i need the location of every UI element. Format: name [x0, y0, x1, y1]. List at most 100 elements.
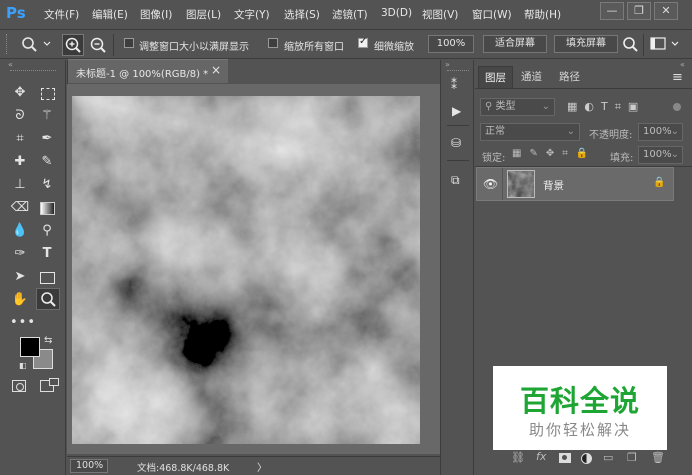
crop-tool-icon[interactable]: ⌗: [10, 129, 30, 149]
tab-layers[interactable]: 图层: [478, 66, 513, 88]
healing-brush-tool-icon[interactable]: ✚: [10, 152, 30, 172]
lasso-tool-icon[interactable]: ᘐ: [10, 106, 30, 126]
panel-menu-icon[interactable]: ≡: [672, 70, 683, 85]
menu-view[interactable]: 视图(V): [422, 7, 458, 22]
clone-stamp-tool-icon[interactable]: ⊥: [10, 175, 30, 195]
menu-type[interactable]: 文字(Y): [234, 7, 270, 22]
filter-toggle[interactable]: [671, 98, 683, 116]
quick-mask-icon[interactable]: [12, 380, 26, 392]
history-brush-tool-icon[interactable]: ↯: [37, 175, 57, 195]
rectangle-tool-icon[interactable]: [37, 267, 57, 287]
toolbox-grip[interactable]: [10, 70, 56, 72]
actions-play-icon[interactable]: ▶: [452, 104, 461, 118]
layer-filter-select[interactable]: ⚲ 类型 ⌄: [480, 98, 555, 116]
brush-tool-icon[interactable]: ✎: [37, 152, 57, 172]
menu-layer[interactable]: 图层(L): [186, 7, 221, 22]
zoom-in-icon: [65, 37, 81, 53]
layer-filter-icons[interactable]: ▦◐T⌗▣: [567, 100, 645, 114]
status-zoom-field[interactable]: 100%: [70, 459, 108, 473]
path-selection-tool-icon[interactable]: ➤: [10, 267, 30, 287]
collapsed-panel-strip: » ⁑ ▶ ⛁ ⧉: [440, 60, 474, 475]
fit-screen-button[interactable]: 适合屏幕: [483, 35, 547, 53]
document-size-info: 文档:468.8K/468.8K: [137, 463, 230, 474]
layer-row-background[interactable]: 👁 背景 🔒: [476, 167, 674, 201]
screen-mode-icon[interactable]: [40, 378, 59, 392]
strip-grip[interactable]: [447, 70, 469, 71]
link-icon[interactable]: ⛓: [511, 451, 525, 464]
status-bar: 100% 文档:468.8K/468.8K 〉: [67, 456, 440, 475]
marquee-tool-icon[interactable]: [37, 83, 57, 103]
magic-wand-tool-icon[interactable]: ⚚: [37, 106, 57, 126]
swap-colors-icon[interactable]: ⇆: [44, 335, 52, 346]
move-tool-icon[interactable]: ✥: [10, 83, 30, 103]
layer-row-separator: [502, 168, 503, 200]
status-menu-arrow[interactable]: 〉: [257, 459, 267, 474]
blur-tool-icon[interactable]: 💧: [10, 221, 30, 241]
collapse-panels-icon[interactable]: »: [445, 60, 450, 69]
resize-windows-checkbox[interactable]: [124, 38, 134, 48]
eraser-tool-icon[interactable]: ⌫: [10, 198, 30, 218]
eyedropper-tool-icon[interactable]: ✒: [37, 129, 57, 149]
toolbox-collapse-icon[interactable]: «: [8, 60, 13, 69]
visibility-eye-icon[interactable]: 👁: [483, 177, 498, 191]
close-window-button[interactable]: ✕: [654, 2, 678, 20]
mask-icon[interactable]: [559, 453, 571, 463]
options-grip[interactable]: [6, 34, 16, 54]
zoom-tool-icon[interactable]: [36, 288, 60, 310]
gradient-tool-icon[interactable]: [37, 198, 57, 218]
menu-filter[interactable]: 滤镜(T): [332, 7, 368, 22]
more-tools-icon[interactable]: •••: [10, 313, 35, 333]
tab-paths[interactable]: 路径: [553, 66, 586, 88]
zoom-out-icon[interactable]: [88, 35, 108, 55]
adjustment-icon[interactable]: [581, 453, 592, 464]
menu-select[interactable]: 选择(S): [284, 7, 320, 22]
opacity-value: 100%: [643, 126, 672, 137]
close-document-icon[interactable]: ×: [211, 63, 221, 77]
doc-tab-left-edge: [67, 60, 68, 84]
lock-icons[interactable]: ▦✎✥⌗🔒: [512, 148, 596, 159]
search-icon[interactable]: [621, 35, 639, 53]
menu-window[interactable]: 窗口(W): [472, 7, 512, 22]
zoom-in-button[interactable]: [62, 34, 84, 56]
fill-field[interactable]: 100% ⌄: [638, 146, 683, 164]
dodge-tool-icon[interactable]: ⚲: [37, 221, 57, 241]
3d-panel-icon[interactable]: ⛁: [451, 136, 461, 150]
properties-panel-icon[interactable]: ⧉: [451, 173, 460, 188]
strip-separator-2: [447, 160, 469, 161]
fill-screen-button[interactable]: 填充屏幕: [554, 35, 618, 53]
foreground-color-swatch[interactable]: [20, 337, 40, 357]
default-colors-icon[interactable]: ◧: [19, 361, 27, 370]
menu-edit[interactable]: 编辑(E): [92, 7, 128, 22]
workspace-switcher-icon[interactable]: [650, 36, 684, 52]
zoom-percent-field[interactable]: 100%: [428, 35, 474, 53]
opacity-field[interactable]: 100% ⌄: [638, 123, 683, 141]
canvas-clouds-image[interactable]: [72, 96, 420, 444]
watermark-title: 百科全说: [519, 384, 640, 418]
new-layer-icon[interactable]: ❐: [627, 451, 637, 464]
zoom-all-windows-checkbox[interactable]: [268, 38, 278, 48]
type-tool-icon[interactable]: T: [37, 244, 57, 264]
menu-3d[interactable]: 3D(D): [381, 7, 412, 19]
pen-tool-icon[interactable]: ✑: [10, 244, 30, 264]
layer-name[interactable]: 背景: [543, 178, 564, 193]
blend-mode-select[interactable]: 正常 ⌄: [480, 123, 580, 141]
tab-channels[interactable]: 通道: [515, 66, 548, 88]
layer-lock-icon: 🔒: [653, 177, 666, 188]
scrubby-zoom-checkbox[interactable]: [358, 36, 368, 48]
restore-button[interactable]: ❐: [627, 2, 651, 20]
blend-mode-value: 正常: [485, 126, 505, 137]
hand-tool-icon[interactable]: ✋: [10, 290, 30, 310]
menu-help[interactable]: 帮助(H): [524, 7, 561, 22]
fx-icon[interactable]: fx: [536, 450, 546, 463]
folder-icon[interactable]: ▭: [603, 451, 613, 464]
trash-icon[interactable]: 🗑: [651, 451, 665, 464]
watermark-logo: 百科全说 助你轻松解决: [493, 366, 667, 450]
zoom-tool-preset-icon[interactable]: [20, 35, 54, 53]
history-panel-icon[interactable]: ⁑: [451, 78, 457, 92]
menu-image[interactable]: 图像(I): [140, 7, 172, 22]
menu-bar: Ps 文件(F) 编辑(E) 图像(I) 图层(L) 文字(Y) 选择(S) 滤…: [0, 0, 692, 28]
menu-file[interactable]: 文件(F): [44, 7, 79, 22]
panel-collapse-icon[interactable]: «: [680, 60, 685, 69]
minimize-button[interactable]: —: [600, 2, 624, 20]
document-tab[interactable]: 未标题-1 @ 100%(RGB/8) * ×: [68, 59, 228, 83]
